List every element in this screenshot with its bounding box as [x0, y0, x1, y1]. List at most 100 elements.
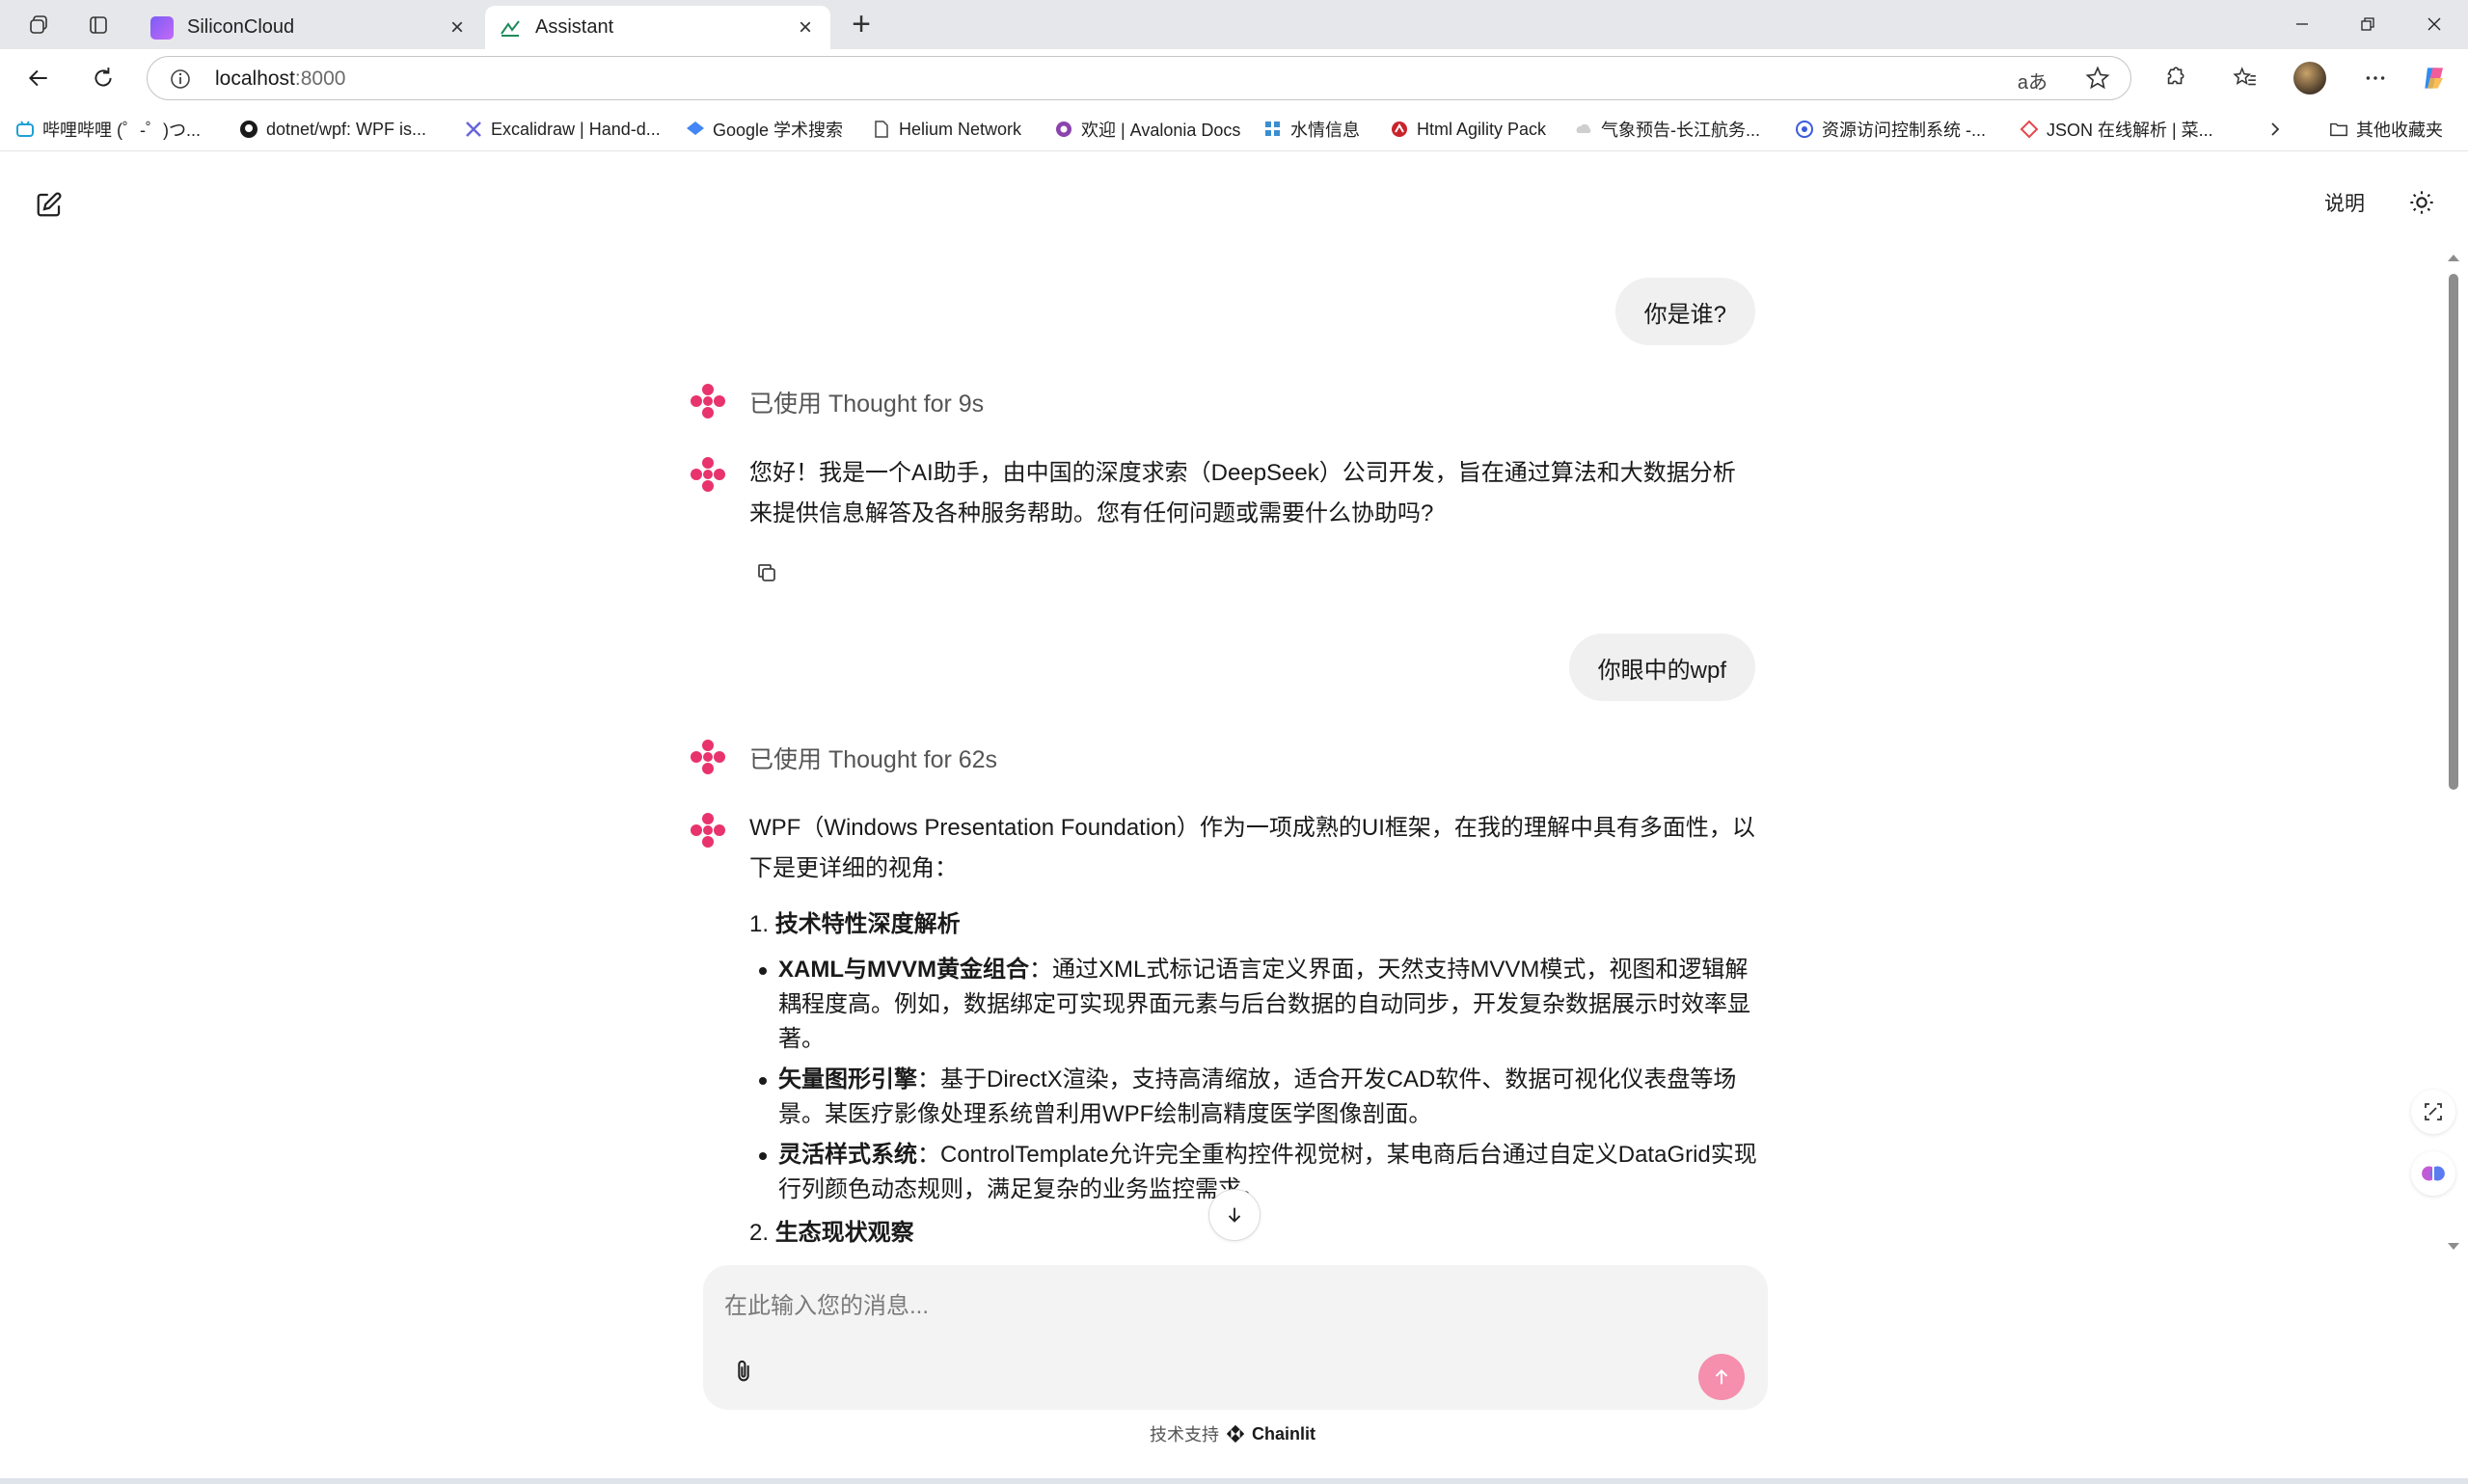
user-message: 你眼中的wpf — [1568, 634, 1755, 701]
bookmark-json-parser[interactable]: JSON 在线解析 | 菜... — [2020, 116, 2213, 143]
htmlagility-icon — [1390, 120, 1409, 139]
json-icon — [2020, 120, 2039, 139]
siliconcloud-favicon — [150, 15, 174, 40]
assistant-avatar-icon — [691, 457, 725, 492]
assistant-message: 您好！我是一个AI助手，由中国的深度求索（DeepSeek）公司开发，旨在通过算… — [749, 460, 1736, 526]
avatar — [2293, 62, 2326, 94]
thought-step-toggle[interactable]: 已使用 Thought for 62s — [749, 741, 997, 775]
bookmarks-overflow-button[interactable] — [2265, 116, 2285, 143]
screen-capture-button[interactable] — [2411, 1090, 2455, 1134]
favorites-list-icon — [2233, 67, 2256, 86]
bookmark-weather[interactable]: 气象预告-长江航务... — [1574, 116, 1760, 143]
chat-app: 说明 你是谁? 已使用 Thought for 9s 您好！我是一个AI助手，由… — [0, 151, 2468, 1478]
profile-button[interactable] — [2292, 61, 2327, 95]
theme-toggle-button[interactable] — [2403, 184, 2440, 221]
new-chat-button[interactable] — [31, 186, 68, 223]
refresh-icon — [95, 67, 112, 87]
back-button[interactable] — [19, 59, 58, 97]
bookmarks-bar: 哔哩哔哩 (゜-゜)つ... dotnet/wpf: WPF is... Exc… — [0, 107, 2468, 151]
bookmark-access-control[interactable]: 资源访问控制系统 -... — [1795, 116, 1986, 143]
attach-file-button[interactable] — [726, 1354, 761, 1389]
folder-icon — [2329, 120, 2348, 139]
list-item: 矢量图形引擎：基于DirectX渲染，支持高清缩放，适合开发CAD软件、数据可视… — [749, 1063, 1762, 1132]
access-icon — [1795, 120, 1814, 139]
bottom-edge — [0, 1478, 2468, 1484]
powered-by-footer[interactable]: 技术支持 Chainlit — [1150, 1421, 1315, 1446]
refresh-button[interactable] — [84, 59, 122, 97]
bookmark-google-scholar[interactable]: Google 学术搜索 — [686, 116, 843, 143]
new-tab-button[interactable]: + — [844, 8, 879, 42]
copy-button[interactable] — [752, 558, 781, 587]
minimize-button[interactable] — [2273, 8, 2331, 40]
excalidraw-icon — [464, 120, 483, 139]
scroll-down-arrow-icon[interactable] — [2444, 1240, 2463, 1254]
workspaces-icon — [30, 15, 47, 34]
scroll-to-bottom-button[interactable] — [1208, 1189, 1261, 1241]
close-tab-icon[interactable]: × — [446, 14, 469, 41]
assistant-favicon — [499, 16, 522, 40]
close-tab-icon[interactable]: × — [794, 14, 817, 41]
tab-bar: SiliconCloud × Assistant × + — [0, 0, 2468, 49]
bookmark-excalidraw[interactable]: Excalidraw | Hand-d... — [464, 116, 661, 143]
url-text[interactable]: localhost:8000 — [215, 67, 345, 91]
answer-intro: WPF（Windows Presentation Foundation）作为一项… — [749, 815, 1755, 881]
bookmark-html-agility-pack[interactable]: Html Agility Pack — [1390, 116, 1546, 143]
bullet-list: XAML与MVVM黄金组合：通过XML式标记语言定义界面，天然支持MVVM模式，… — [749, 953, 1762, 1207]
read-aloud-icon[interactable]: aあ — [2018, 67, 2048, 94]
chainlit-logo-icon — [1226, 1424, 1245, 1444]
user-message: 你是谁? — [1614, 278, 1755, 345]
readme-link[interactable]: 说明 — [2324, 188, 2365, 217]
send-button[interactable] — [1698, 1354, 1745, 1400]
github-icon — [239, 120, 258, 139]
message-input[interactable]: 在此输入您的消息... — [724, 1286, 929, 1320]
ai-assistant-button[interactable] — [2411, 1151, 2455, 1196]
site-info-icon[interactable] — [169, 67, 192, 95]
arrow-left-icon — [28, 69, 47, 87]
settings-more-button[interactable] — [2358, 61, 2393, 95]
scroll-up-arrow-icon[interactable] — [2444, 251, 2463, 264]
bookmark-water-info[interactable]: 水情信息 — [1263, 116, 1360, 143]
assistant-avatar-icon — [691, 384, 725, 418]
favorite-star-icon[interactable] — [2084, 65, 2111, 96]
bookmark-github-wpf[interactable]: dotnet/wpf: WPF is... — [239, 116, 426, 143]
other-favorites-folder[interactable]: 其他收藏夹 — [2329, 116, 2443, 143]
close-icon — [2427, 17, 2441, 31]
message-composer: 在此输入您的消息... — [703, 1265, 1768, 1410]
tab-actions-icon — [90, 16, 107, 34]
section-heading: 技术特性深度解析 — [774, 911, 961, 937]
bilibili-icon — [15, 120, 35, 139]
assistant-message: WPF（Windows Presentation Foundation）作为一项… — [749, 808, 1762, 1254]
copilot-button[interactable] — [2418, 61, 2453, 95]
scrollbar-thumb[interactable] — [2449, 274, 2458, 790]
browser-toolbar: localhost:8000 aあ — [0, 49, 2468, 107]
puzzle-icon — [2167, 67, 2184, 85]
list-item: 灵活样式系统：ControlTemplate允许完全重构控件视觉树，某电商后台通… — [749, 1138, 1762, 1207]
more-horizontal-icon — [2366, 76, 2385, 80]
section-heading: 生态现状观察 — [774, 1220, 914, 1246]
workspaces-button[interactable] — [21, 10, 56, 40]
app-header: 说明 — [0, 151, 2468, 246]
vertical-tabs-button[interactable] — [81, 10, 116, 40]
brain-icon — [2422, 1166, 2445, 1181]
address-bar[interactable]: localhost:8000 aあ — [147, 56, 2131, 100]
close-window-button[interactable] — [2405, 8, 2463, 40]
arrow-up-icon — [1715, 1369, 1728, 1385]
restore-button[interactable] — [2339, 8, 2397, 40]
bookmark-bilibili[interactable]: 哔哩哔哩 (゜-゜)つ... — [15, 116, 201, 143]
copy-icon — [758, 564, 775, 581]
bookmark-helium-network[interactable]: Helium Network — [872, 116, 1021, 143]
thought-step-toggle[interactable]: 已使用 Thought for 9s — [749, 385, 984, 419]
bookmark-avalonia-docs[interactable]: 欢迎 | Avalonia Docs — [1054, 116, 1240, 143]
tab-assistant[interactable]: Assistant × — [485, 6, 830, 49]
restore-icon — [2361, 17, 2374, 31]
minimize-icon — [2296, 23, 2308, 25]
tab-siliconcloud[interactable]: SiliconCloud × — [137, 6, 482, 49]
paperclip-icon — [738, 1360, 749, 1382]
arrow-down-icon — [1228, 1207, 1241, 1223]
edit-icon — [37, 192, 62, 217]
scholar-icon — [686, 120, 705, 139]
extensions-button[interactable] — [2156, 61, 2191, 95]
list-item: 1. 技术特性深度解析 — [749, 911, 961, 937]
favorites-button[interactable] — [2228, 61, 2263, 95]
document-icon — [872, 120, 891, 139]
